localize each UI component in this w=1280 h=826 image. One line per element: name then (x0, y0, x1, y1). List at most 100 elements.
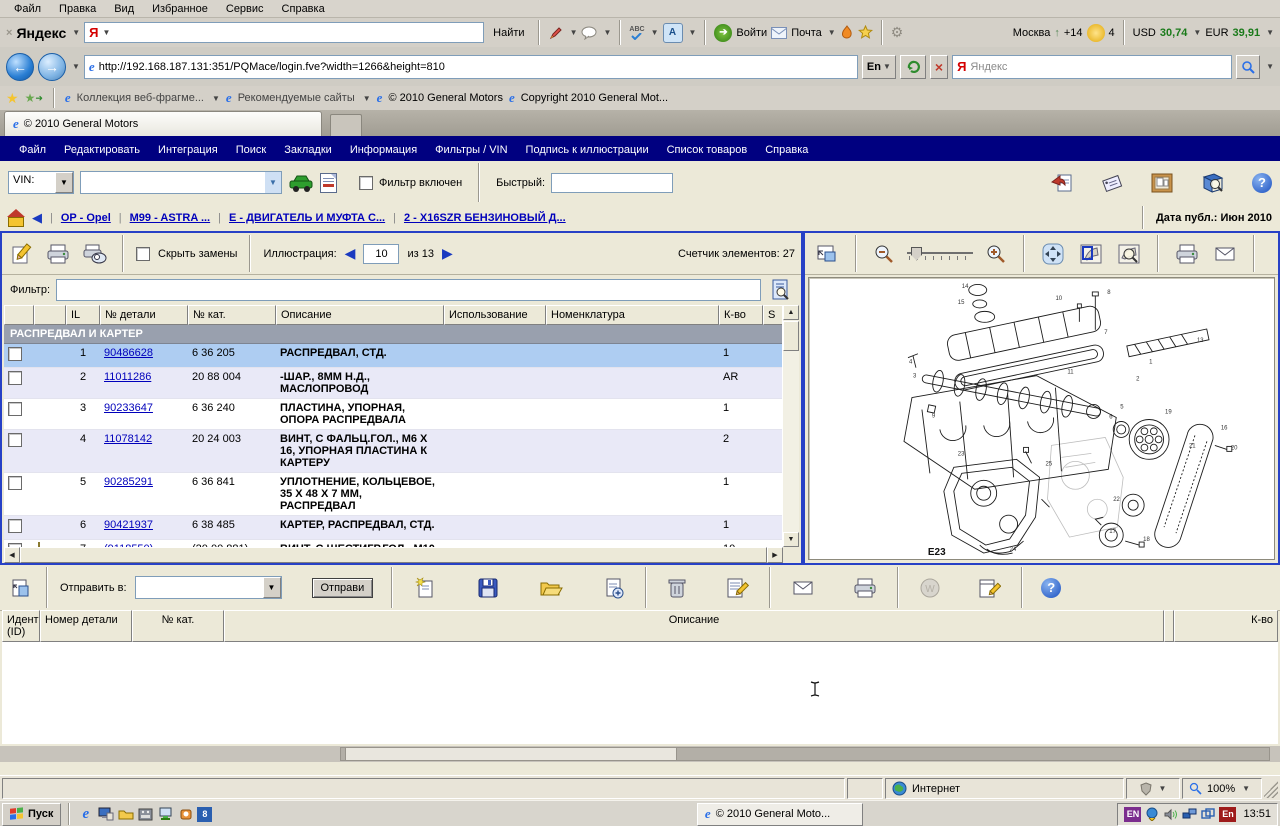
filter-enabled-checkbox[interactable] (359, 176, 373, 190)
zoom-out-icon[interactable] (871, 242, 897, 266)
bottom-scrollbar[interactable] (0, 746, 1280, 762)
comment-bubble-icon[interactable] (581, 26, 597, 40)
header-description[interactable]: Описание (276, 305, 444, 325)
yandex-login-button[interactable]: Войти (736, 27, 767, 39)
help-icon[interactable]: ? (1041, 578, 1061, 598)
chevron-down-icon[interactable]: ▼ (689, 28, 697, 37)
search-options-icon[interactable]: ▼ (1266, 62, 1274, 71)
safety-tray-icon[interactable] (1201, 808, 1215, 821)
gear-icon[interactable]: ⚙ (891, 24, 904, 41)
part-number-link[interactable]: 90233647 (104, 402, 153, 414)
favorites-star-icon[interactable]: ★ (6, 90, 19, 107)
table-row[interactable]: 5 90285291 6 36 841 УПЛОТНЕНИЕ, КОЛЬЦЕВО… (4, 473, 799, 516)
scrollbar-thumb[interactable] (345, 747, 677, 761)
chevron-down-icon[interactable]: ▼ (212, 94, 220, 103)
vin-value-combo[interactable]: ▼ (80, 171, 282, 194)
url-text[interactable]: http://192.168.187.131:351/PQMace/login.… (99, 61, 853, 73)
return-document-icon[interactable] (1050, 172, 1074, 194)
history-dropdown-icon[interactable]: ▼ (72, 62, 80, 71)
row-checkbox[interactable] (8, 519, 22, 533)
punto-lang-indicator[interactable]: EN (1124, 807, 1141, 822)
resize-grip[interactable] (1264, 779, 1278, 798)
parts-vertical-scrollbar[interactable]: ▲ ▼ (782, 305, 799, 547)
back-button[interactable]: ← (6, 53, 34, 81)
basket-header-part[interactable]: Номер детали (40, 610, 132, 642)
table-row[interactable]: 3 90233647 6 36 240 ПЛАСТИНА, УПОРНАЯ, О… (4, 399, 799, 430)
send-to-select[interactable]: ▼ (135, 576, 282, 599)
zoom-control[interactable]: 100% ▼ (1182, 778, 1262, 799)
keyboard-lang-indicator[interactable]: En (1219, 807, 1236, 822)
row-checkbox[interactable] (8, 371, 22, 385)
illustration-number-input[interactable] (363, 244, 399, 264)
save-icon[interactable] (475, 575, 501, 601)
zoom-in-icon[interactable] (983, 242, 1009, 266)
delete-icon[interactable] (665, 574, 689, 602)
row-checkbox[interactable] (8, 476, 22, 490)
stop-button[interactable]: × (930, 55, 948, 79)
app-menu-bookmarks[interactable]: Закладки (275, 144, 341, 156)
refresh-button[interactable] (900, 55, 926, 79)
chevron-down-icon[interactable]: ▼ (603, 28, 611, 37)
quicklaunch-folder-icon[interactable] (117, 806, 134, 823)
header-quantity[interactable]: К-во (719, 305, 763, 325)
vin-type-select[interactable]: VIN:▼ (8, 171, 74, 194)
hide-substitutes-checkbox[interactable] (136, 247, 150, 261)
basket-header-id[interactable]: Идент (ID) (2, 610, 40, 642)
chevron-down-icon[interactable]: ▼ (72, 28, 80, 37)
flame-bookmark-icon[interactable] (840, 25, 854, 40)
chevron-down-icon[interactable]: ▼ (651, 28, 659, 37)
yandex-search-input[interactable]: Я ▼ (84, 22, 484, 43)
basket-header-cat[interactable]: № кат. (132, 610, 224, 642)
zoom-region-icon[interactable] (1115, 241, 1143, 267)
quicklaunch-ie-icon[interactable]: e (77, 806, 94, 823)
header-usage[interactable]: Использование (444, 305, 546, 325)
breadcrumb-model[interactable]: M99 - ASTRA ... (130, 212, 210, 224)
chevron-down-icon[interactable]: ▼ (1193, 28, 1201, 37)
chevron-down-icon[interactable]: ▼ (828, 28, 836, 37)
send-mail-icon[interactable] (789, 576, 817, 600)
print-illustration-icon[interactable] (1173, 241, 1201, 267)
quicklaunch-eight-icon[interactable]: 8 (197, 807, 212, 822)
notes-icon[interactable] (975, 574, 1003, 602)
forward-button[interactable]: → (38, 53, 66, 81)
taskbar-item-gm[interactable]: e © 2010 General Moto... (697, 803, 863, 826)
ie-search-input[interactable]: Я Яндекс (952, 55, 1232, 79)
noticeboard-icon[interactable] (1150, 172, 1174, 194)
table-row[interactable]: 4 11078142 20 24 003 ВИНТ, С ФАЛЬЦ.ГОЛ.,… (4, 430, 799, 473)
breadcrumb-subgroup[interactable]: 2 - X16SZR БЕНЗИНОВЫЙ Д... (404, 212, 566, 224)
table-row[interactable]: 2 11011286 20 88 004 -ШАР., 8ММ Н.Д., МА… (4, 368, 799, 399)
yandex-find-button[interactable]: Найти (488, 27, 529, 39)
app-menu-goods-list[interactable]: Список товаров (658, 144, 757, 156)
row-checkbox[interactable] (8, 402, 22, 416)
prev-illustration-icon[interactable]: ◀ (345, 245, 356, 262)
row-checkbox[interactable] (8, 433, 22, 447)
fit-view-icon[interactable] (813, 241, 841, 267)
add-favorite-icon[interactable]: ★➜ (25, 91, 43, 105)
quicklaunch-network-icon[interactable] (157, 806, 174, 823)
volume-tray-icon[interactable] (1163, 808, 1178, 821)
part-number-link[interactable]: 11011286 (104, 371, 151, 383)
quicklaunch-media-icon[interactable] (137, 806, 154, 823)
favorites-item-suggested[interactable]: Рекомендуемые сайты (238, 92, 355, 104)
ie-menu-favorites[interactable]: Избранное (144, 2, 216, 16)
filter-input[interactable] (56, 279, 761, 301)
send-button[interactable]: Отправи (312, 578, 374, 598)
quicklaunch-desktop-icon[interactable] (97, 806, 114, 823)
chevron-down-icon[interactable]: ▼ (363, 94, 371, 103)
apply-filter-icon[interactable] (767, 276, 793, 304)
part-number-link[interactable]: 90486628 (104, 347, 153, 359)
header-s[interactable]: S (763, 305, 783, 325)
star-badge-icon[interactable] (858, 25, 873, 40)
table-row[interactable]: 7 (9118550) (20 00 881) ВИНТ, С ШЕСТИГР.… (4, 540, 799, 547)
header-checkbox-column[interactable] (4, 305, 34, 325)
protected-mode-control[interactable]: ▼ (1126, 778, 1180, 799)
print-list-icon[interactable] (851, 575, 879, 601)
edit-pencil-icon[interactable] (8, 240, 36, 268)
favorites-item-collection[interactable]: Коллекция веб-фрагме... (77, 92, 204, 104)
table-row[interactable]: 1 90486628 6 36 205 РАСПРЕДВАЛ, СТД. 1 (4, 344, 799, 368)
app-menu-integration[interactable]: Интеграция (149, 144, 227, 156)
url-input[interactable]: e http://192.168.187.131:351/PQMace/logi… (84, 55, 858, 79)
new-tab-stub[interactable] (330, 114, 362, 136)
app-menu-file[interactable]: Файл (10, 144, 55, 156)
app-menu-filters-vin[interactable]: Фильтры / VIN (426, 144, 516, 156)
